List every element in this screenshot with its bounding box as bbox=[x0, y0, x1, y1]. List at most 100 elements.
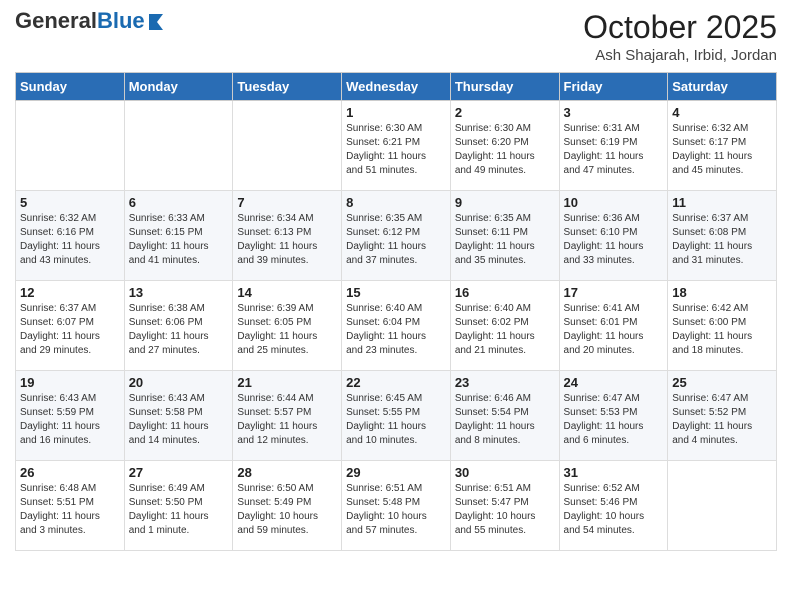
empty-cell bbox=[668, 461, 777, 551]
calendar-week-row: 26 Sunrise: 6:48 AM Sunset: 5:51 PM Dayli… bbox=[16, 461, 777, 551]
day-info: Sunrise: 6:37 AM Sunset: 6:07 PM Dayligh… bbox=[20, 302, 120, 358]
calendar-week-row: 5Sunrise: 6:32 AM Sunset: 6:16 PM Daylig… bbox=[16, 191, 777, 281]
calendar-day-cell: 28 Sunrise: 6:50 AM Sunset: 5:49 PM Dayli… bbox=[233, 461, 342, 551]
calendar-day-cell: 27 Sunrise: 6:49 AM Sunset: 5:50 PM Dayli… bbox=[124, 461, 233, 551]
logo-blue: Blue bbox=[97, 10, 145, 32]
day-number: 28 bbox=[237, 465, 337, 480]
calendar-day-cell: 20Sunrise: 6:43 AM Sunset: 5:58 PM Dayli… bbox=[124, 371, 233, 461]
day-number: 2 bbox=[455, 105, 555, 120]
calendar-day-cell: 21 Sunrise: 6:44 AM Sunset: 5:57 PM Dayli… bbox=[233, 371, 342, 461]
day-number: 8 bbox=[346, 195, 446, 210]
day-info: Sunrise: 6:41 AM Sunset: 6:01 PM Dayligh… bbox=[564, 302, 664, 358]
day-info: Sunrise: 6:44 AM Sunset: 5:57 PM Dayligh… bbox=[237, 392, 337, 448]
day-number: 21 bbox=[237, 375, 337, 390]
calendar-day-cell: 9Sunrise: 6:35 AM Sunset: 6:11 PM Daylig… bbox=[450, 191, 559, 281]
day-number: 31 bbox=[564, 465, 664, 480]
day-number: 11 bbox=[672, 195, 772, 210]
day-header-monday: Monday bbox=[124, 73, 233, 101]
calendar-day-cell: 8 Sunrise: 6:35 AM Sunset: 6:12 PM Daylig… bbox=[342, 191, 451, 281]
day-info: Sunrise: 6:31 AM Sunset: 6:19 PM Dayligh… bbox=[564, 122, 664, 178]
day-number: 12 bbox=[20, 285, 120, 300]
day-number: 15 bbox=[346, 285, 446, 300]
calendar-day-cell: 29 Sunrise: 6:51 AM Sunset: 5:48 PM Dayli… bbox=[342, 461, 451, 551]
calendar-day-cell: 30 Sunrise: 6:51 AM Sunset: 5:47 PM Dayli… bbox=[450, 461, 559, 551]
day-header-friday: Friday bbox=[559, 73, 668, 101]
day-info: Sunrise: 6:33 AM Sunset: 6:15 PM Dayligh… bbox=[129, 212, 229, 268]
day-number: 30 bbox=[455, 465, 555, 480]
day-info: Sunrise: 6:40 AM Sunset: 6:02 PM Dayligh… bbox=[455, 302, 555, 358]
empty-cell bbox=[16, 101, 125, 191]
calendar-day-cell: 12 Sunrise: 6:37 AM Sunset: 6:07 PM Dayli… bbox=[16, 281, 125, 371]
empty-cell bbox=[233, 101, 342, 191]
day-number: 29 bbox=[346, 465, 446, 480]
day-number: 26 bbox=[20, 465, 120, 480]
day-info: Sunrise: 6:30 AM Sunset: 6:21 PM Dayligh… bbox=[346, 122, 446, 178]
day-number: 19 bbox=[20, 375, 120, 390]
day-number: 22 bbox=[346, 375, 446, 390]
day-number: 1 bbox=[346, 105, 446, 120]
day-number: 3 bbox=[564, 105, 664, 120]
calendar-week-row: 1 Sunrise: 6:30 AM Sunset: 6:21 PM Daylig… bbox=[16, 101, 777, 191]
calendar-day-cell: 14 Sunrise: 6:39 AM Sunset: 6:05 PM Dayli… bbox=[233, 281, 342, 371]
day-info: Sunrise: 6:45 AM Sunset: 5:55 PM Dayligh… bbox=[346, 392, 446, 448]
day-info: Sunrise: 6:40 AM Sunset: 6:04 PM Dayligh… bbox=[346, 302, 446, 358]
day-number: 5 bbox=[20, 195, 120, 210]
calendar-table: SundayMondayTuesdayWednesdayThursdayFrid… bbox=[15, 72, 777, 551]
calendar-day-cell: 6Sunrise: 6:33 AM Sunset: 6:15 PM Daylig… bbox=[124, 191, 233, 281]
day-number: 27 bbox=[129, 465, 229, 480]
header: GeneralBlue October 2025 Ash Shajarah, I… bbox=[15, 10, 777, 64]
location-title: Ash Shajarah, Irbid, Jordan bbox=[583, 47, 777, 64]
calendar-day-cell: 24 Sunrise: 6:47 AM Sunset: 5:53 PM Dayli… bbox=[559, 371, 668, 461]
day-info: Sunrise: 6:49 AM Sunset: 5:50 PM Dayligh… bbox=[129, 482, 229, 538]
day-info: Sunrise: 6:38 AM Sunset: 6:06 PM Dayligh… bbox=[129, 302, 229, 358]
day-number: 16 bbox=[455, 285, 555, 300]
day-info: Sunrise: 6:30 AM Sunset: 6:20 PM Dayligh… bbox=[455, 122, 555, 178]
empty-cell bbox=[124, 101, 233, 191]
calendar-day-cell: 2 Sunrise: 6:30 AM Sunset: 6:20 PM Daylig… bbox=[450, 101, 559, 191]
calendar-day-cell: 10Sunrise: 6:36 AM Sunset: 6:10 PM Dayli… bbox=[559, 191, 668, 281]
day-number: 24 bbox=[564, 375, 664, 390]
day-header-saturday: Saturday bbox=[668, 73, 777, 101]
day-info: Sunrise: 6:46 AM Sunset: 5:54 PM Dayligh… bbox=[455, 392, 555, 448]
calendar-day-cell: 7 Sunrise: 6:34 AM Sunset: 6:13 PM Daylig… bbox=[233, 191, 342, 281]
calendar-day-cell: 31Sunrise: 6:52 AM Sunset: 5:46 PM Dayli… bbox=[559, 461, 668, 551]
day-number: 4 bbox=[672, 105, 772, 120]
day-number: 7 bbox=[237, 195, 337, 210]
calendar-day-cell: 15 Sunrise: 6:40 AM Sunset: 6:04 PM Dayli… bbox=[342, 281, 451, 371]
month-title: October 2025 bbox=[583, 10, 777, 45]
calendar-week-row: 19 Sunrise: 6:43 AM Sunset: 5:59 PM Dayli… bbox=[16, 371, 777, 461]
calendar-week-row: 12 Sunrise: 6:37 AM Sunset: 6:07 PM Dayli… bbox=[16, 281, 777, 371]
day-number: 14 bbox=[237, 285, 337, 300]
calendar-day-cell: 19 Sunrise: 6:43 AM Sunset: 5:59 PM Dayli… bbox=[16, 371, 125, 461]
day-info: Sunrise: 6:51 AM Sunset: 5:47 PM Dayligh… bbox=[455, 482, 555, 538]
calendar-day-cell: 18 Sunrise: 6:42 AM Sunset: 6:00 PM Dayli… bbox=[668, 281, 777, 371]
day-info: Sunrise: 6:34 AM Sunset: 6:13 PM Dayligh… bbox=[237, 212, 337, 268]
day-number: 18 bbox=[672, 285, 772, 300]
calendar-day-cell: 11Sunrise: 6:37 AM Sunset: 6:08 PM Dayli… bbox=[668, 191, 777, 281]
day-number: 10 bbox=[564, 195, 664, 210]
day-info: Sunrise: 6:47 AM Sunset: 5:53 PM Dayligh… bbox=[564, 392, 664, 448]
calendar-day-cell: 16 Sunrise: 6:40 AM Sunset: 6:02 PM Dayli… bbox=[450, 281, 559, 371]
day-info: Sunrise: 6:50 AM Sunset: 5:49 PM Dayligh… bbox=[237, 482, 337, 538]
logo: GeneralBlue bbox=[15, 10, 165, 32]
day-info: Sunrise: 6:35 AM Sunset: 6:12 PM Dayligh… bbox=[346, 212, 446, 268]
day-info: Sunrise: 6:43 AM Sunset: 5:59 PM Dayligh… bbox=[20, 392, 120, 448]
calendar-day-cell: 5Sunrise: 6:32 AM Sunset: 6:16 PM Daylig… bbox=[16, 191, 125, 281]
day-header-thursday: Thursday bbox=[450, 73, 559, 101]
page: GeneralBlue October 2025 Ash Shajarah, I… bbox=[0, 0, 792, 612]
calendar-day-cell: 26 Sunrise: 6:48 AM Sunset: 5:51 PM Dayli… bbox=[16, 461, 125, 551]
calendar-day-cell: 3 Sunrise: 6:31 AM Sunset: 6:19 PM Daylig… bbox=[559, 101, 668, 191]
day-header-sunday: Sunday bbox=[16, 73, 125, 101]
day-info: Sunrise: 6:47 AM Sunset: 5:52 PM Dayligh… bbox=[672, 392, 772, 448]
logo-text: GeneralBlue bbox=[15, 10, 165, 32]
day-info: Sunrise: 6:39 AM Sunset: 6:05 PM Dayligh… bbox=[237, 302, 337, 358]
calendar-day-cell: 1 Sunrise: 6:30 AM Sunset: 6:21 PM Daylig… bbox=[342, 101, 451, 191]
day-info: Sunrise: 6:42 AM Sunset: 6:00 PM Dayligh… bbox=[672, 302, 772, 358]
day-info: Sunrise: 6:51 AM Sunset: 5:48 PM Dayligh… bbox=[346, 482, 446, 538]
day-header-tuesday: Tuesday bbox=[233, 73, 342, 101]
calendar-day-cell: 4Sunrise: 6:32 AM Sunset: 6:17 PM Daylig… bbox=[668, 101, 777, 191]
day-info: Sunrise: 6:48 AM Sunset: 5:51 PM Dayligh… bbox=[20, 482, 120, 538]
calendar-day-cell: 17Sunrise: 6:41 AM Sunset: 6:01 PM Dayli… bbox=[559, 281, 668, 371]
title-block: October 2025 Ash Shajarah, Irbid, Jordan bbox=[583, 10, 777, 64]
logo-general: General bbox=[15, 10, 97, 32]
